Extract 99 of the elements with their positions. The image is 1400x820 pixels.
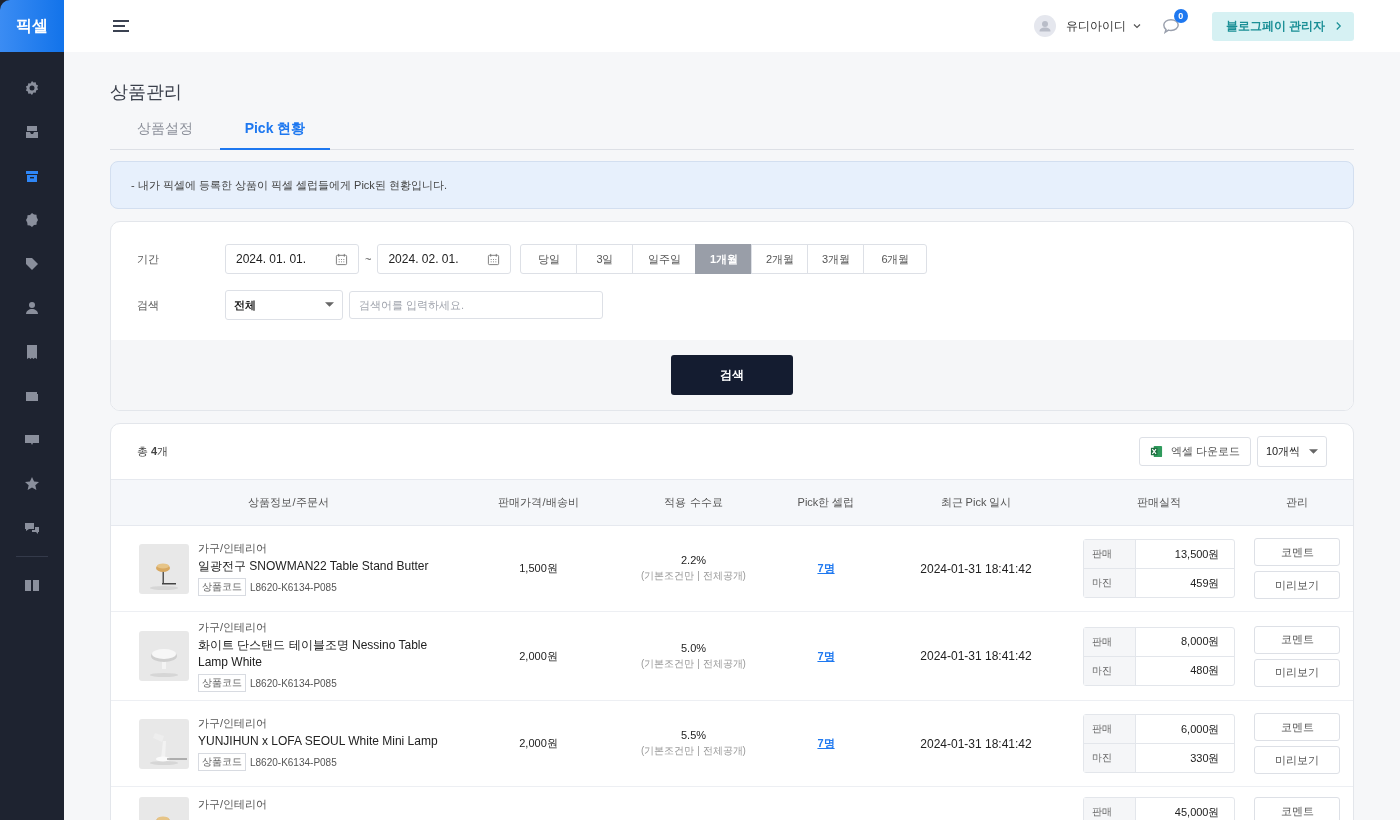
picker-count-link[interactable]: 7명 xyxy=(817,561,835,576)
period-label: 기간 xyxy=(137,251,160,267)
menu-icon[interactable] xyxy=(112,19,130,33)
last-pick-time: 2024-01-31 18:41:42 xyxy=(920,649,1032,663)
code-tag: 상품코드 xyxy=(198,753,246,771)
range-separator: ~ xyxy=(365,253,372,265)
logo[interactable]: 픽셀 xyxy=(0,0,64,52)
sales-label: 판매 xyxy=(1083,627,1136,656)
search-button[interactable]: 검색 xyxy=(671,355,793,395)
commission-note: (기본조건만 | 전체공개) xyxy=(641,569,746,583)
tag-icon[interactable] xyxy=(24,256,40,272)
column-header: 상품정보/주문서 xyxy=(247,495,330,510)
action-button[interactable]: 코멘트 xyxy=(1254,625,1340,654)
period-button[interactable]: 2개월 xyxy=(751,244,809,274)
dropdown-arrow-icon xyxy=(1309,448,1318,455)
notification-count: 0 xyxy=(1173,9,1188,23)
sales-value: 13,500원 xyxy=(1173,546,1221,562)
picker-count-link[interactable]: 7명 xyxy=(817,736,835,751)
search-label: 검색 xyxy=(137,297,160,313)
sales-label: 판매 xyxy=(1083,715,1136,743)
column-header: 판매실적 xyxy=(1135,495,1182,510)
column-header: 적용 수수료 xyxy=(663,495,724,510)
archive-icon[interactable] xyxy=(24,168,40,184)
sales-label: 판매 xyxy=(1083,540,1136,568)
period-button[interactable]: 3일 xyxy=(576,244,634,274)
gear-icon[interactable] xyxy=(24,80,40,96)
price: 1,500원 xyxy=(519,561,558,576)
period-button[interactable]: 6개월 xyxy=(863,244,928,274)
code-tag: 상품코드 xyxy=(198,674,246,692)
action-button[interactable]: 코멘트 xyxy=(1254,797,1340,820)
product-category: 가구/인테리어 xyxy=(198,541,269,556)
sales-label: 마진 xyxy=(1083,569,1136,597)
period-button[interactable]: 일주일 xyxy=(632,244,697,274)
user-icon[interactable] xyxy=(24,300,40,316)
star-icon[interactable] xyxy=(24,476,40,492)
product-category: 가구/인테리어 xyxy=(198,797,268,812)
user-name[interactable]: 유디아이디 xyxy=(1065,17,1126,35)
column-header: 판매가격/배송비 xyxy=(497,495,580,510)
period-button[interactable]: 당일 xyxy=(520,244,578,274)
inbox-icon[interactable] xyxy=(24,124,40,140)
product-category: 가구/인테리어 xyxy=(198,620,269,635)
product-name: 화이트 단스탠드 테이블조명 Nessino Table Lamp White xyxy=(198,637,429,671)
product-code: L8620-K6134-P085 xyxy=(250,677,337,689)
code-tag: 상품코드 xyxy=(198,578,246,596)
dropdown-arrow-icon xyxy=(325,302,334,308)
commission-rate: 5.5% xyxy=(680,729,707,741)
total-count: 총 4개 xyxy=(137,444,169,459)
price: 2,000원 xyxy=(519,736,558,751)
sales-value: 8,000원 xyxy=(1179,634,1221,649)
action-button[interactable]: 코멘트 xyxy=(1254,713,1340,741)
column-header: 최근 Pick 일시 xyxy=(939,495,1013,510)
excel-download-button[interactable]: 엑셀 다운로드 xyxy=(1138,437,1251,466)
product-name: YUNJIHUN x LOFA SEOUL White Mini Lamp xyxy=(198,733,438,750)
product-category: 가구/인테리어 xyxy=(198,716,269,731)
avatar-icon xyxy=(1033,15,1056,37)
column-header: 관리 xyxy=(1285,495,1309,510)
product-name: 일광전구 SNOWMAN22 Table Stand Butter xyxy=(198,558,429,575)
chevron-right-icon xyxy=(1336,21,1342,31)
action-button[interactable]: 미리보기 xyxy=(1254,658,1340,687)
notice-banner: - 내가 픽셀에 등록한 상품이 픽셀 셀럽들에게 Pick된 현황입니다. xyxy=(110,161,1354,209)
calendar-icon[interactable] xyxy=(335,252,348,266)
action-button[interactable]: 미리보기 xyxy=(1254,746,1340,774)
receipt-icon[interactable] xyxy=(24,344,40,360)
sales-value: 480원 xyxy=(1189,663,1221,678)
period-button[interactable]: 3개월 xyxy=(807,244,865,274)
spreadsheet-icon xyxy=(1149,445,1163,458)
commission-rate: 5.0% xyxy=(680,641,707,654)
sales-label: 마진 xyxy=(1083,744,1136,772)
product-code: L8620-K6134-P085 xyxy=(250,756,337,768)
search-field[interactable]: 검색어를 입력하세요. xyxy=(349,291,603,319)
chat-bubble-icon[interactable] xyxy=(1161,17,1180,35)
sales-label: 판매 xyxy=(1083,798,1136,820)
scope-dropdown[interactable]: 전체 xyxy=(225,290,343,320)
start-date-field[interactable]: 2024. 01. 01. xyxy=(225,244,359,274)
action-button[interactable]: 코멘트 xyxy=(1254,538,1340,566)
last-pick-time: 2024-01-31 18:41:42 xyxy=(920,561,1032,576)
commission-rate: 2.2% xyxy=(680,554,707,566)
page-size-dropdown[interactable]: 10개씩 xyxy=(1257,436,1327,467)
action-button[interactable]: 미리보기 xyxy=(1254,571,1340,599)
product-code: L8620-K6134-P085 xyxy=(250,581,337,593)
sales-label: 마진 xyxy=(1083,656,1136,685)
sales-value: 459원 xyxy=(1189,575,1221,591)
commission-note: (기본조건만 | 전체공개) xyxy=(641,744,746,758)
sales-value: 45,000원 xyxy=(1173,804,1221,820)
chevron-down-icon[interactable] xyxy=(1131,21,1142,31)
commission-note: (기본조건만 | 전체공개) xyxy=(641,656,746,671)
chats-icon[interactable] xyxy=(24,520,40,536)
badge-icon[interactable] xyxy=(24,212,40,228)
calendar-icon[interactable] xyxy=(487,252,501,266)
sales-value: 330원 xyxy=(1189,750,1221,766)
column-header: Pick한 셀럽 xyxy=(796,495,856,510)
sales-value: 6,000원 xyxy=(1179,721,1221,737)
end-date-field[interactable]: 2024. 02. 01. xyxy=(377,244,512,274)
page-title: 상품관리 xyxy=(110,81,183,104)
price: 2,000원 xyxy=(519,648,558,664)
picker-count-link[interactable]: 7명 xyxy=(817,648,835,664)
tab[interactable]: Pick 현황 xyxy=(220,110,330,150)
book-icon[interactable] xyxy=(24,577,40,593)
last-pick-time: 2024-01-31 18:41:42 xyxy=(920,736,1032,751)
